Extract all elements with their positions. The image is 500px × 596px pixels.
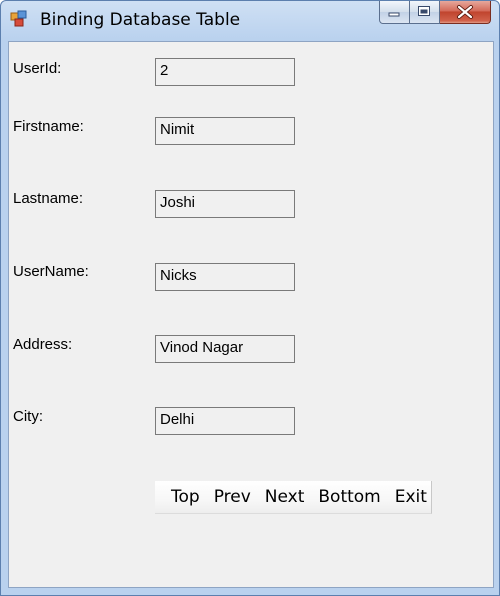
navigation-toolbar: Top Prev Next Bottom Exit <box>155 481 432 514</box>
userid-input[interactable]: 2 <box>155 58 295 86</box>
userid-label: UserId: <box>13 60 62 77</box>
prev-button[interactable]: Prev <box>208 487 259 507</box>
maximize-button[interactable] <box>410 1 440 24</box>
caption-buttons <box>379 1 491 27</box>
app-window: Binding Database Table UserId: 2 Firstna… <box>0 0 500 596</box>
minimize-button[interactable] <box>379 1 410 24</box>
exit-button[interactable]: Exit <box>389 487 435 507</box>
firstname-label: Firstname: <box>13 118 84 135</box>
lastname-label: Lastname: <box>13 190 84 207</box>
next-button[interactable]: Next <box>259 487 313 507</box>
close-button[interactable] <box>440 1 491 24</box>
username-input[interactable]: Nicks <box>155 263 295 291</box>
form-client-area: UserId: 2 Firstname: Nimit Lastname: Jos… <box>8 41 494 588</box>
city-input[interactable]: Delhi <box>155 407 295 435</box>
bottom-button[interactable]: Bottom <box>312 487 388 507</box>
address-input[interactable]: Vinod Nagar <box>155 335 295 363</box>
address-label: Address: <box>13 336 73 353</box>
top-button[interactable]: Top <box>165 487 208 507</box>
maximize-icon <box>418 6 430 16</box>
minimize-icon <box>388 12 400 17</box>
lastname-input[interactable]: Joshi <box>155 190 295 218</box>
close-icon <box>457 5 473 19</box>
title-bar[interactable]: Binding Database Table <box>1 1 499 41</box>
firstname-input[interactable]: Nimit <box>155 117 295 145</box>
window-title: Binding Database Table <box>40 10 241 30</box>
city-label: City: <box>13 408 43 425</box>
username-label: UserName: <box>13 263 89 280</box>
app-icon <box>10 10 28 28</box>
